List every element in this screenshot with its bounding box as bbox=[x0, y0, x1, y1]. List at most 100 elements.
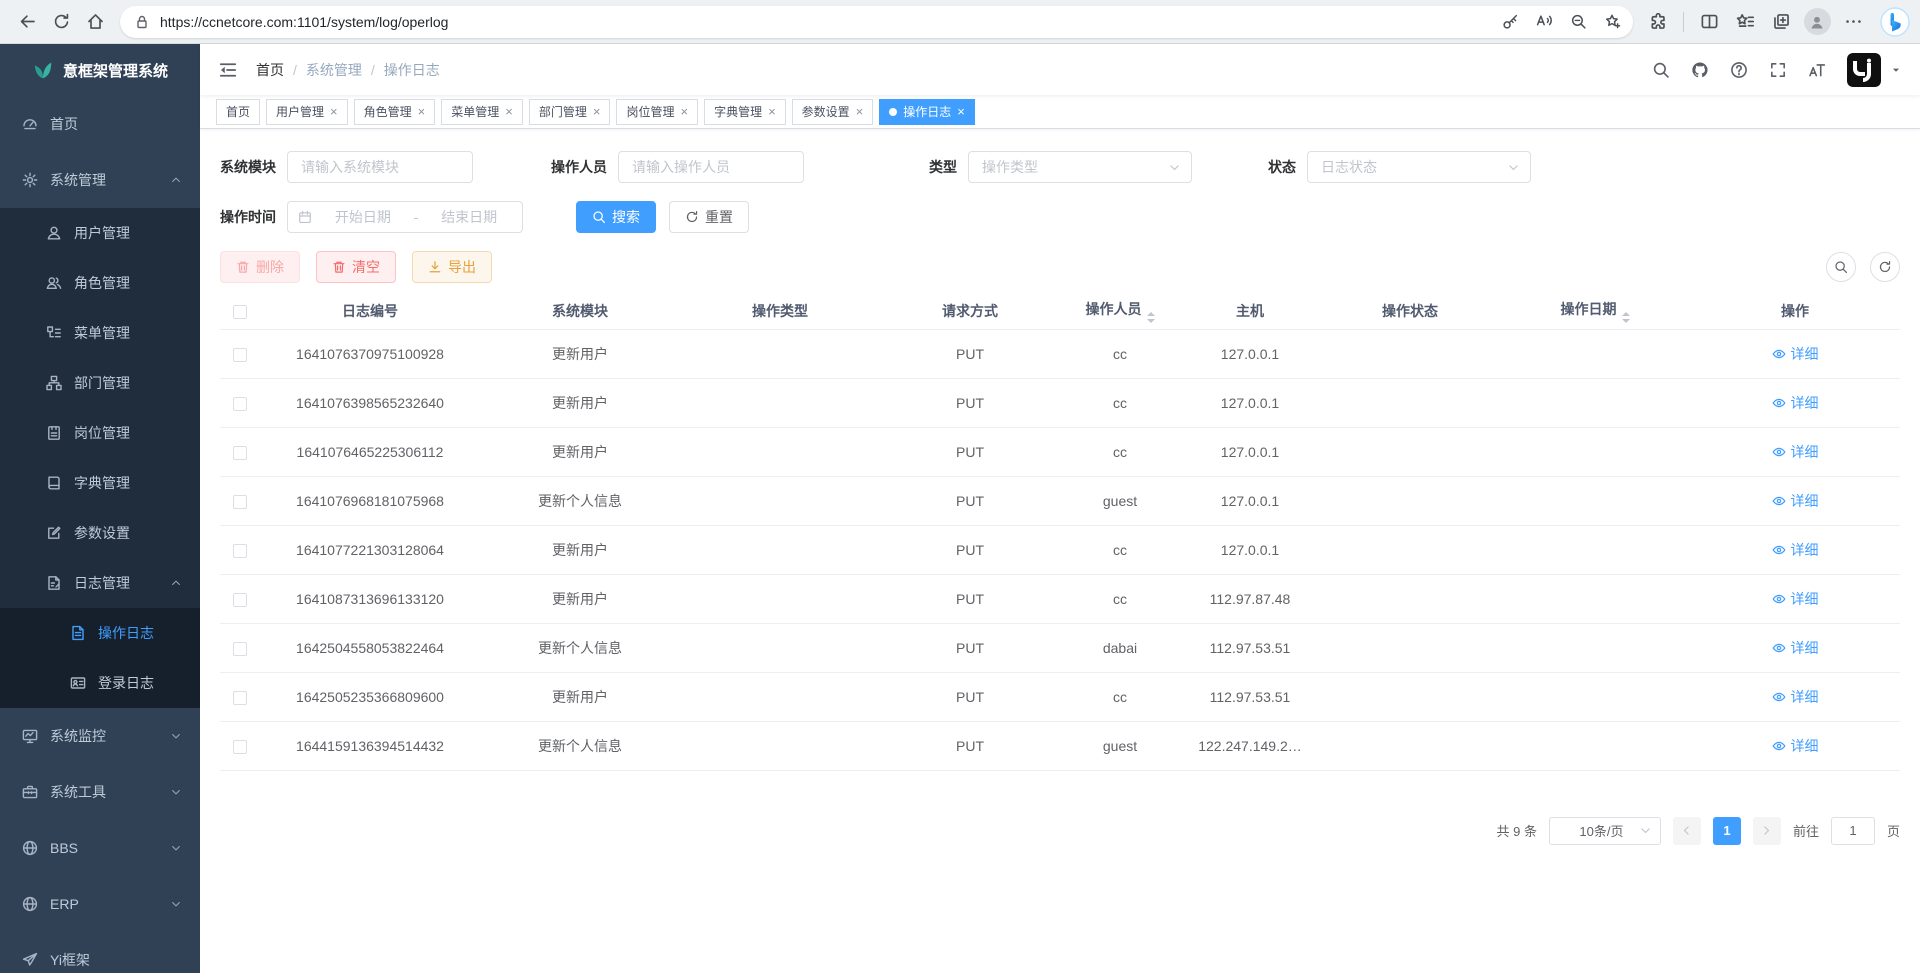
favorite-button[interactable] bbox=[1597, 7, 1627, 37]
detail-link[interactable]: 详细 bbox=[1772, 442, 1819, 462]
row-checkbox[interactable] bbox=[233, 740, 247, 754]
sidebar-item-menus[interactable]: 菜单管理 bbox=[0, 308, 200, 358]
browser-menu-button[interactable] bbox=[1836, 5, 1870, 39]
sidebar-item-login-log[interactable]: 登录日志 bbox=[0, 658, 200, 708]
page-size-select[interactable]: 10条/页 bbox=[1549, 817, 1661, 845]
tab-菜单管理[interactable]: 菜单管理× bbox=[441, 99, 523, 125]
tab-close-icon[interactable]: × bbox=[680, 105, 688, 118]
operator-input[interactable] bbox=[618, 151, 804, 183]
row-checkbox[interactable] bbox=[233, 691, 247, 705]
goto-page-input[interactable] bbox=[1831, 817, 1875, 845]
browser-refresh-button[interactable] bbox=[44, 5, 78, 39]
status-select[interactable]: 日志状态 bbox=[1307, 151, 1531, 183]
column-header[interactable]: 操作日期 bbox=[1561, 301, 1617, 317]
tab-部门管理[interactable]: 部门管理× bbox=[529, 99, 611, 125]
sidebar-item-departments[interactable]: 部门管理 bbox=[0, 358, 200, 408]
table-search-toggle-button[interactable] bbox=[1826, 252, 1856, 282]
tab-操作日志[interactable]: 操作日志× bbox=[879, 99, 975, 125]
row-checkbox[interactable] bbox=[233, 397, 247, 411]
tab-close-icon[interactable]: × bbox=[593, 105, 601, 118]
url-text[interactable]: https://ccnetcore.com:1101/system/log/op… bbox=[160, 14, 1495, 30]
tab-首页[interactable]: 首页 bbox=[216, 99, 260, 125]
row-checkbox[interactable] bbox=[233, 446, 247, 460]
copilot-button[interactable] bbox=[1880, 7, 1910, 37]
row-checkbox[interactable] bbox=[233, 495, 247, 509]
sidebar-item-yi-framework[interactable]: Yi框架 bbox=[0, 932, 200, 973]
sort-caret-icon[interactable] bbox=[1622, 312, 1630, 323]
tab-用户管理[interactable]: 用户管理× bbox=[266, 99, 348, 125]
github-link[interactable] bbox=[1691, 61, 1709, 79]
user-menu-caret-icon[interactable] bbox=[1890, 64, 1902, 76]
browser-back-button[interactable] bbox=[10, 5, 44, 39]
detail-link[interactable]: 详细 bbox=[1772, 540, 1819, 560]
tab-字典管理[interactable]: 字典管理× bbox=[704, 99, 786, 125]
detail-link[interactable]: 详细 bbox=[1772, 344, 1819, 364]
sidebar-item-tools[interactable]: 系统工具 bbox=[0, 764, 200, 820]
tab-close-icon[interactable]: × bbox=[856, 105, 864, 118]
split-screen-button[interactable] bbox=[1692, 5, 1726, 39]
sidebar-collapse-button[interactable] bbox=[218, 60, 238, 80]
sidebar-item-users[interactable]: 用户管理 bbox=[0, 208, 200, 258]
detail-link[interactable]: 详细 bbox=[1772, 638, 1819, 658]
sidebar-item-logs[interactable]: 日志管理 bbox=[0, 558, 200, 608]
breadcrumb-item[interactable]: 首页 bbox=[256, 60, 284, 80]
row-checkbox[interactable] bbox=[233, 642, 247, 656]
detail-link[interactable]: 详细 bbox=[1772, 589, 1819, 609]
date-range-picker[interactable]: 开始日期 - 结束日期 bbox=[287, 201, 523, 233]
user-avatar[interactable] bbox=[1847, 53, 1881, 87]
address-bar[interactable]: https://ccnetcore.com:1101/system/log/op… bbox=[120, 6, 1633, 38]
sidebar-item-home[interactable]: 首页 bbox=[0, 96, 200, 152]
read-aloud-button[interactable] bbox=[1529, 7, 1559, 37]
row-checkbox[interactable] bbox=[233, 593, 247, 607]
module-input[interactable] bbox=[287, 151, 473, 183]
tab-close-icon[interactable]: × bbox=[418, 105, 426, 118]
password-manager-button[interactable] bbox=[1495, 7, 1525, 37]
zoom-out-button[interactable] bbox=[1563, 7, 1593, 37]
export-button[interactable]: 导出 bbox=[412, 251, 492, 283]
sidebar-item-posts[interactable]: 岗位管理 bbox=[0, 408, 200, 458]
favorites-bar-button[interactable] bbox=[1728, 5, 1762, 39]
tab-close-icon[interactable]: × bbox=[505, 105, 513, 118]
sidebar-item-erp[interactable]: ERP bbox=[0, 876, 200, 932]
sidebar-item-bbs[interactable]: BBS bbox=[0, 820, 200, 876]
sidebar: 意框架管理系统 首页系统管理用户管理角色管理菜单管理部门管理岗位管理字典管理参数… bbox=[0, 44, 200, 973]
detail-link[interactable]: 详细 bbox=[1772, 687, 1819, 707]
header-search-button[interactable] bbox=[1652, 61, 1670, 79]
prev-page-button[interactable] bbox=[1673, 817, 1701, 845]
table-refresh-button[interactable] bbox=[1870, 252, 1900, 282]
sidebar-item-roles[interactable]: 角色管理 bbox=[0, 258, 200, 308]
tab-close-icon[interactable]: × bbox=[957, 105, 965, 118]
sidebar-item-monitor[interactable]: 系统监控 bbox=[0, 708, 200, 764]
search-button[interactable]: 搜索 bbox=[576, 201, 656, 233]
browser-profile-button[interactable] bbox=[1800, 5, 1834, 39]
clear-button[interactable]: 清空 bbox=[316, 251, 396, 283]
delete-button[interactable]: 删除 bbox=[220, 251, 300, 283]
extensions-button[interactable] bbox=[1641, 5, 1675, 39]
type-select[interactable]: 操作类型 bbox=[968, 151, 1192, 183]
sidebar-item-dictionaries[interactable]: 字典管理 bbox=[0, 458, 200, 508]
tab-close-icon[interactable]: × bbox=[330, 105, 338, 118]
row-checkbox[interactable] bbox=[233, 544, 247, 558]
sidebar-item-operation-log[interactable]: 操作日志 bbox=[0, 608, 200, 658]
sidebar-item-parameters[interactable]: 参数设置 bbox=[0, 508, 200, 558]
detail-link[interactable]: 详细 bbox=[1772, 736, 1819, 756]
tab-close-icon[interactable]: × bbox=[768, 105, 776, 118]
font-size-button[interactable] bbox=[1808, 61, 1826, 79]
column-header[interactable]: 操作人员 bbox=[1086, 301, 1142, 317]
tab-岗位管理[interactable]: 岗位管理× bbox=[616, 99, 698, 125]
page-number-button[interactable]: 1 bbox=[1713, 817, 1741, 845]
reset-button[interactable]: 重置 bbox=[669, 201, 749, 233]
detail-link[interactable]: 详细 bbox=[1772, 491, 1819, 511]
select-all-checkbox[interactable] bbox=[233, 305, 247, 319]
collections-button[interactable] bbox=[1764, 5, 1798, 39]
help-button[interactable] bbox=[1730, 61, 1748, 79]
sort-caret-icon[interactable] bbox=[1147, 312, 1155, 323]
detail-link[interactable]: 详细 bbox=[1772, 393, 1819, 413]
tab-角色管理[interactable]: 角色管理× bbox=[354, 99, 436, 125]
tab-参数设置[interactable]: 参数设置× bbox=[792, 99, 874, 125]
next-page-button[interactable] bbox=[1753, 817, 1781, 845]
sidebar-item-system[interactable]: 系统管理 bbox=[0, 152, 200, 208]
browser-home-button[interactable] bbox=[78, 5, 112, 39]
fullscreen-button[interactable] bbox=[1769, 61, 1787, 79]
row-checkbox[interactable] bbox=[233, 348, 247, 362]
